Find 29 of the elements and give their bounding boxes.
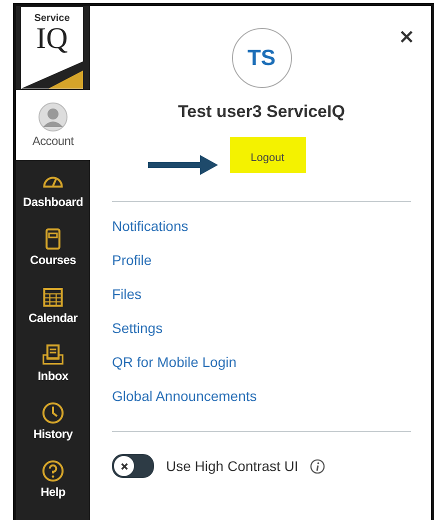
- arrow-icon: [148, 154, 218, 176]
- sidebar-item[interactable]: History: [16, 392, 90, 450]
- close-button[interactable]: ×: [396, 24, 417, 48]
- info-icon[interactable]: [310, 458, 326, 474]
- user-name: Test user3 ServiceIQ: [178, 102, 345, 122]
- logo-text: IQ: [36, 24, 68, 54]
- sidebar-item[interactable]: Dashboard: [16, 160, 90, 218]
- sidebar-item[interactable]: Calendar: [16, 276, 90, 334]
- avatar-icon: [38, 102, 68, 132]
- sidebar-item[interactable]: Account: [16, 90, 90, 160]
- clock-icon: [41, 401, 65, 425]
- menu-link[interactable]: Settings: [112, 318, 411, 338]
- menu-link[interactable]: Files: [112, 284, 411, 304]
- toggle-label: Use High Contrast UI: [166, 458, 298, 474]
- menu-link[interactable]: Notifications: [112, 216, 411, 236]
- user-avatar: TS: [232, 28, 292, 88]
- inbox-icon: [41, 343, 65, 367]
- menu-link[interactable]: Profile: [112, 250, 411, 270]
- sidebar-item[interactable]: Help: [16, 450, 90, 508]
- logo-text: Service: [34, 13, 70, 24]
- logout-button[interactable]: Logout: [230, 137, 306, 173]
- sidebar-item[interactable]: Courses: [16, 218, 90, 276]
- toggle-switch[interactable]: [112, 454, 154, 478]
- sidebar-item[interactable]: Inbox: [16, 334, 90, 392]
- x-icon: [120, 462, 128, 470]
- calendar-icon: [41, 285, 65, 309]
- menu-link[interactable]: Global Announcements: [112, 386, 411, 406]
- help-icon: [41, 459, 65, 483]
- menu-link[interactable]: QR for Mobile Login: [112, 352, 411, 372]
